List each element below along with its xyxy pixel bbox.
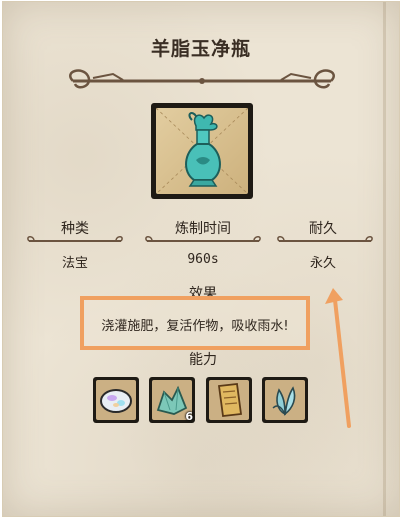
recipe-slot-4[interactable] bbox=[262, 377, 308, 423]
opal-gem-icon bbox=[100, 389, 132, 413]
stat-divider-left bbox=[27, 236, 123, 242]
stat-divider-center bbox=[145, 236, 261, 242]
ability-label: 能力 bbox=[189, 352, 217, 368]
recipe-slot-3[interactable] bbox=[206, 377, 252, 423]
item-detail-card: 羊脂玉净瓶 种类 炼制时间 耐久 法宝 960s 永久 效果 浇灌施肥，复活作物… bbox=[2, 1, 400, 517]
annotation-arrow bbox=[325, 288, 351, 428]
recipe-slot-2[interactable]: 6 bbox=[149, 377, 195, 423]
paper-scroll-icon bbox=[217, 383, 243, 417]
stat-value-type: 法宝 bbox=[61, 256, 88, 271]
effect-description: 浇灌施肥，复活作物，吸收雨水! bbox=[101, 319, 289, 334]
card-edge-line bbox=[383, 2, 386, 516]
stat-value-craft-time: 960s bbox=[187, 252, 219, 267]
crystal-flower-icon bbox=[272, 386, 296, 416]
jade-vase-icon bbox=[155, 107, 249, 195]
stat-value-durability: 永久 bbox=[309, 256, 336, 271]
recipe-slot-1[interactable] bbox=[93, 377, 139, 423]
item-title: 羊脂玉净瓶 bbox=[150, 38, 251, 60]
recipe-count-2: 6 bbox=[185, 410, 193, 423]
title-ornament bbox=[69, 69, 335, 89]
item-icon-frame bbox=[151, 103, 253, 199]
stat-divider-right bbox=[277, 236, 373, 242]
